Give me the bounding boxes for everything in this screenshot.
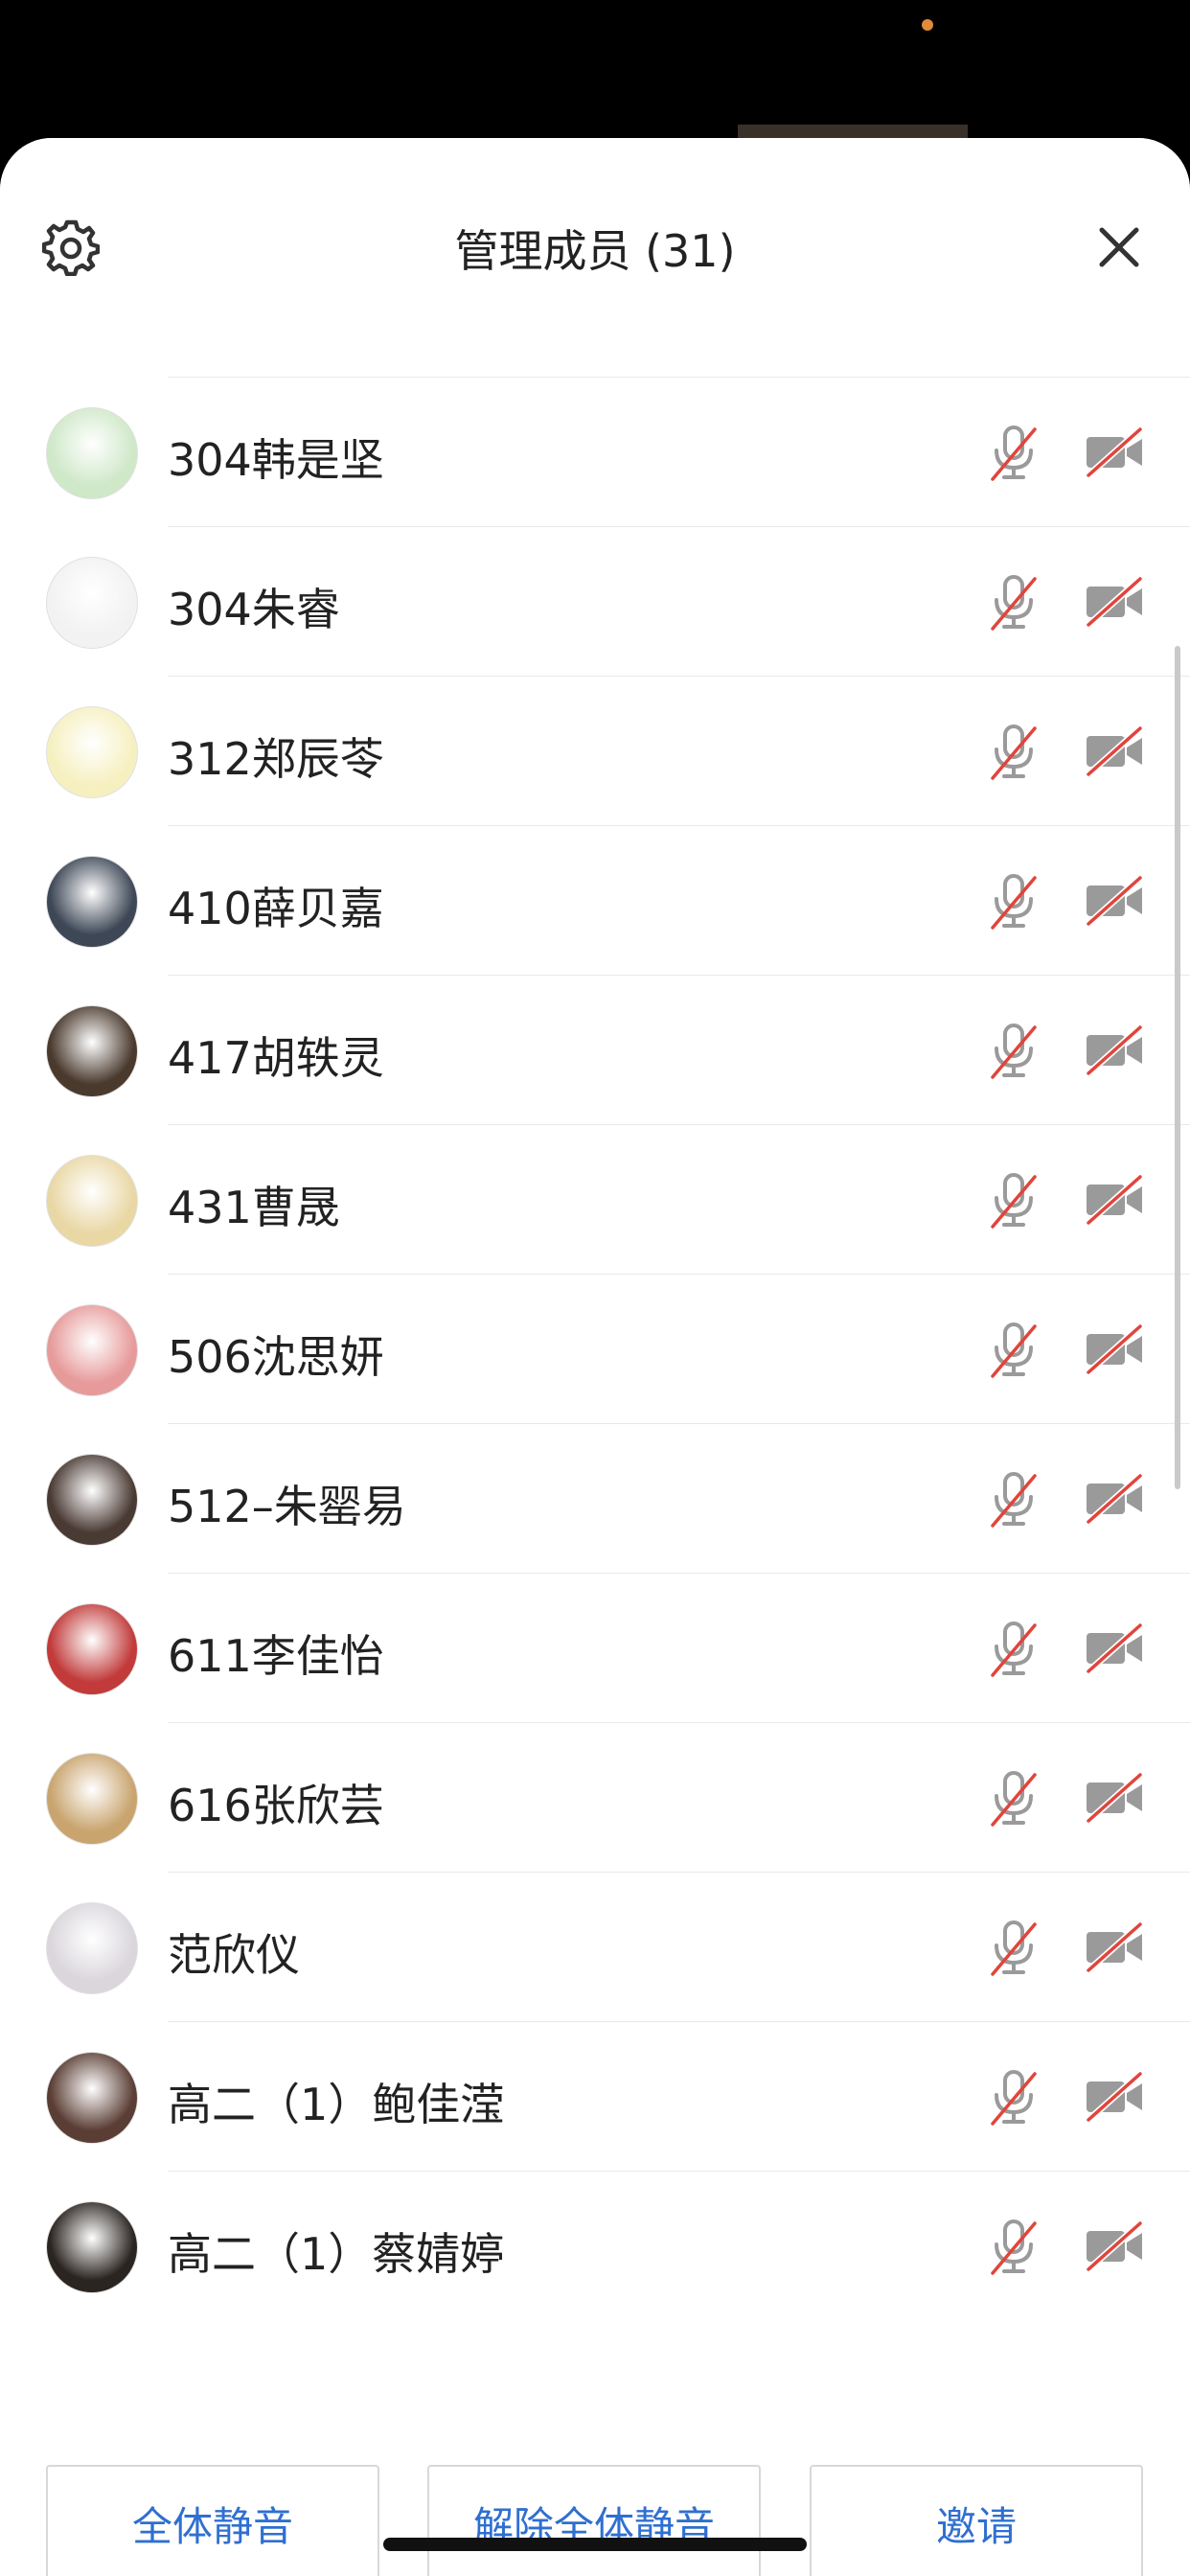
mic-muted-icon[interactable] bbox=[987, 872, 1041, 932]
camera-off-icon[interactable] bbox=[1083, 1024, 1146, 1076]
close-icon[interactable] bbox=[1090, 218, 1148, 276]
avatar bbox=[46, 557, 138, 649]
member-row[interactable]: 431曹晟 bbox=[0, 1125, 1190, 1275]
mic-muted-icon[interactable] bbox=[987, 1620, 1041, 1679]
avatar bbox=[46, 706, 138, 798]
mute-all-button[interactable]: 全体静音 bbox=[46, 2465, 379, 2576]
member-name: 512–朱罂易 bbox=[168, 1481, 406, 1532]
mic-muted-icon[interactable] bbox=[987, 1470, 1041, 1530]
member-name: 417胡轶灵 bbox=[168, 1032, 384, 1084]
camera-off-icon[interactable] bbox=[1083, 2071, 1146, 2123]
member-name: 431曹晟 bbox=[168, 1182, 340, 1233]
manage-members-sheet: 302高佳琦 304韩是坚 304朱睿 312郑辰苓 bbox=[0, 138, 1190, 2576]
unmute-all-button[interactable]: 解除全体静音 bbox=[427, 2465, 761, 2576]
avatar bbox=[46, 1603, 138, 1695]
camera-off-icon[interactable] bbox=[1083, 1622, 1146, 1674]
mic-muted-icon[interactable] bbox=[987, 723, 1041, 782]
mic-muted-icon[interactable] bbox=[987, 2218, 1041, 2277]
member-row[interactable]: 506沈思妍 bbox=[0, 1275, 1190, 1424]
member-name: 616张欣芸 bbox=[168, 1780, 384, 1831]
avatar bbox=[46, 2201, 138, 2293]
avatar bbox=[46, 407, 138, 499]
member-row[interactable]: 611李佳怡 bbox=[0, 1574, 1190, 1723]
member-row[interactable]: 高二（1）蔡婧婷 bbox=[0, 2172, 1190, 2321]
camera-off-icon[interactable] bbox=[1083, 2220, 1146, 2272]
home-indicator bbox=[383, 2538, 807, 2551]
avatar bbox=[46, 856, 138, 948]
avatar bbox=[46, 1005, 138, 1097]
camera-off-icon[interactable] bbox=[1083, 426, 1146, 478]
member-row[interactable]: 范欣仪 bbox=[0, 1873, 1190, 2022]
member-name: 312郑辰苓 bbox=[168, 733, 384, 785]
camera-off-icon[interactable] bbox=[1083, 1772, 1146, 1824]
member-list-viewport[interactable]: 302高佳琦 304韩是坚 304朱睿 312郑辰苓 bbox=[0, 295, 1190, 2438]
mic-muted-icon[interactable] bbox=[987, 1321, 1041, 1380]
member-name: 范欣仪 bbox=[168, 1929, 300, 1981]
avatar bbox=[46, 1902, 138, 1994]
mic-muted-icon[interactable] bbox=[987, 1919, 1041, 1978]
member-name: 高二（1）鲍佳滢 bbox=[168, 2079, 505, 2130]
camera-off-icon[interactable] bbox=[1083, 1323, 1146, 1375]
avatar bbox=[46, 1304, 138, 1396]
member-row[interactable]: 616张欣芸 bbox=[0, 1723, 1190, 1873]
mic-muted-icon[interactable] bbox=[987, 573, 1041, 632]
avatar bbox=[46, 1454, 138, 1546]
avatar bbox=[46, 2052, 138, 2144]
mic-muted-icon[interactable] bbox=[987, 1171, 1041, 1230]
member-name: 506沈思妍 bbox=[168, 1331, 384, 1383]
member-name: 611李佳怡 bbox=[168, 1630, 384, 1682]
status-indicator-dot bbox=[922, 19, 933, 31]
camera-off-icon[interactable] bbox=[1083, 875, 1146, 927]
member-row[interactable]: 304韩是坚 bbox=[0, 378, 1190, 527]
sheet-footer: 全体静音 解除全体静音 邀请 bbox=[0, 2306, 1190, 2576]
camera-off-icon[interactable] bbox=[1083, 1921, 1146, 1973]
mic-muted-icon[interactable] bbox=[987, 424, 1041, 483]
member-name: 304韩是坚 bbox=[168, 434, 384, 486]
member-row[interactable]: 312郑辰苓 bbox=[0, 677, 1190, 826]
page-title: 管理成员 (31) bbox=[454, 225, 736, 277]
camera-off-icon[interactable] bbox=[1083, 1174, 1146, 1226]
member-list: 302高佳琦 304韩是坚 304朱睿 312郑辰苓 bbox=[0, 295, 1190, 2321]
invite-button[interactable]: 邀请 bbox=[810, 2465, 1143, 2576]
camera-off-icon[interactable] bbox=[1083, 1473, 1146, 1525]
member-name: 高二（1）蔡婧婷 bbox=[168, 2228, 505, 2280]
mic-muted-icon[interactable] bbox=[987, 2068, 1041, 2128]
mic-muted-icon[interactable] bbox=[987, 1022, 1041, 1081]
mic-muted-icon[interactable] bbox=[987, 1769, 1041, 1828]
avatar bbox=[46, 1753, 138, 1845]
member-row[interactable]: 304朱睿 bbox=[0, 527, 1190, 677]
scrollbar[interactable] bbox=[1175, 646, 1180, 1489]
camera-off-icon[interactable] bbox=[1083, 576, 1146, 628]
member-row[interactable]: 417胡轶灵 bbox=[0, 976, 1190, 1125]
member-row[interactable]: 512–朱罂易 bbox=[0, 1424, 1190, 1574]
member-name: 304朱睿 bbox=[168, 584, 340, 635]
camera-off-icon[interactable] bbox=[1083, 725, 1146, 777]
member-name: 410薛贝嘉 bbox=[168, 883, 384, 934]
avatar bbox=[46, 1155, 138, 1247]
member-row[interactable]: 高二（1）鲍佳滢 bbox=[0, 2022, 1190, 2172]
member-row[interactable]: 410薛贝嘉 bbox=[0, 826, 1190, 976]
sheet-header: 管理成员 (31) bbox=[0, 138, 1190, 355]
